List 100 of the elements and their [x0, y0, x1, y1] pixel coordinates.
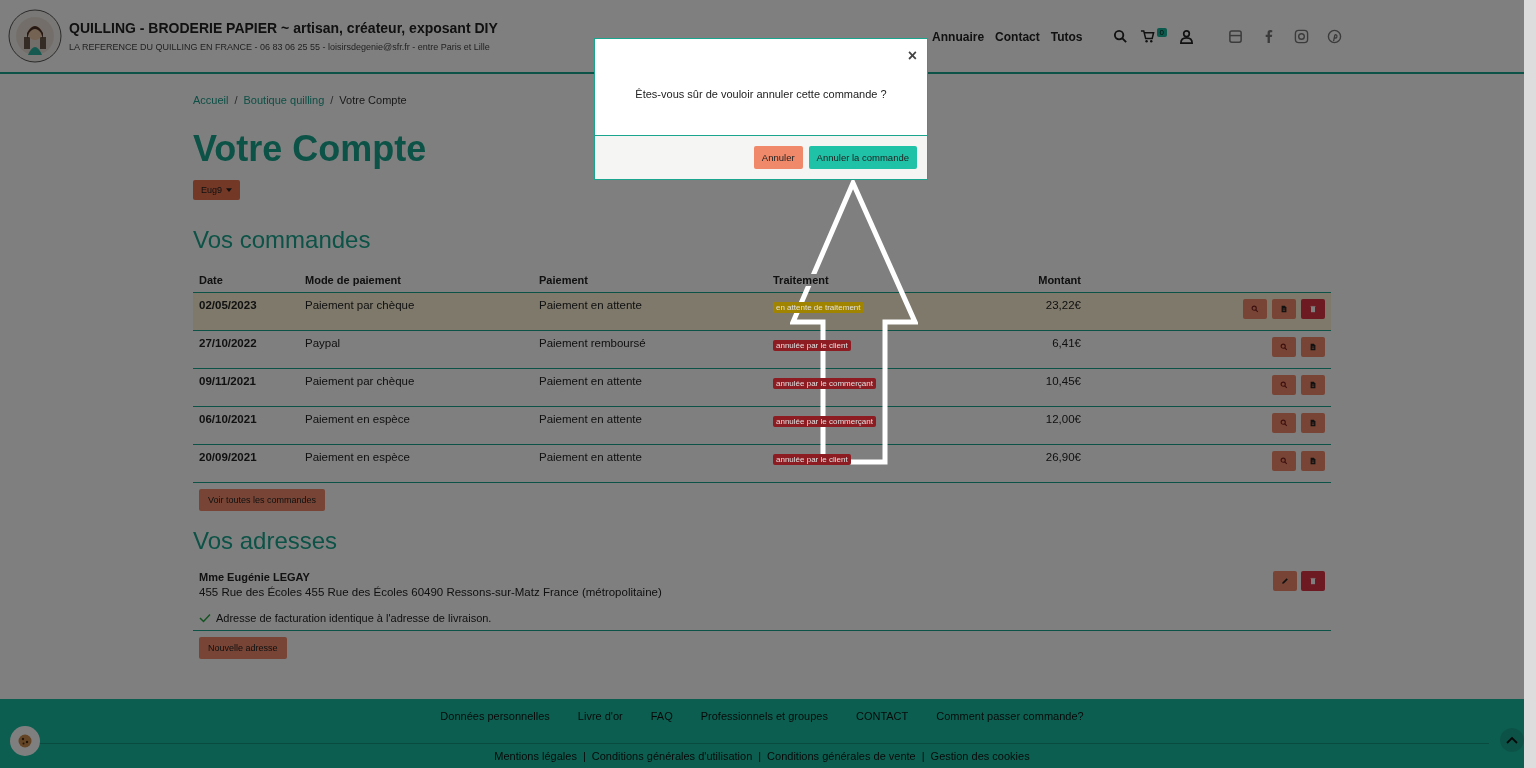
caret-icon — [226, 188, 233, 192]
table-cell-text: Paiement remboursé — [539, 337, 647, 349]
pinterest-icon[interactable] — [1327, 28, 1342, 44]
link-separator: | — [921, 750, 925, 762]
nav-link[interactable]: Annuaire — [932, 30, 985, 44]
site-tagline: LA REFERENCE DU QUILLING EN FRANCE - 06 83 06 25 55 - loisirsdegenie@sfr.fr - entre Paris et Lille — [69, 42, 491, 52]
cookie-icon — [17, 733, 33, 749]
footer-link[interactable]: CONTACT — [855, 710, 909, 722]
chevron-up-icon — [1506, 736, 1518, 744]
invoice-button[interactable] — [1301, 413, 1325, 433]
address-line: 455 Rue des Écoles 455 Rue des Écoles 60490 Ressons-sur-Matz France (métropolitaine) — [199, 586, 662, 598]
search-icon — [1280, 343, 1288, 351]
breadcrumb-link[interactable]: Accueil — [193, 94, 229, 106]
document-icon — [1309, 457, 1317, 465]
confirm-button[interactable]: Annuler la commande — [808, 146, 917, 169]
footer-link[interactable]: Comment passer commande? — [936, 710, 1084, 722]
user-icon[interactable] — [1179, 28, 1194, 44]
document-icon — [1309, 419, 1317, 427]
link-separator: | — [758, 750, 762, 762]
table-cell-text: 02/05/2023 — [199, 299, 258, 311]
nav-link[interactable]: Contact — [995, 30, 1040, 44]
close-button[interactable]: × — [907, 47, 917, 65]
breadcrumb-separator: / — [330, 94, 334, 106]
column-header: Montant — [1037, 274, 1081, 286]
account-dropdown[interactable]: Eug9 — [193, 180, 241, 200]
search-icon — [1280, 419, 1288, 427]
trash-icon — [1309, 577, 1317, 585]
delete-button[interactable] — [1301, 299, 1325, 319]
view-button[interactable] — [1272, 451, 1296, 471]
document-icon — [1309, 343, 1317, 351]
table-cell-text: Paiement en attente — [539, 299, 643, 311]
table-cell-text: Paiement en attente — [539, 451, 643, 463]
table-cell-text: Paiement en espèce — [305, 451, 411, 463]
status-badge: annulée par le client — [773, 454, 851, 465]
footer-link[interactable]: Livre d'or — [577, 710, 623, 722]
view-button[interactable] — [1243, 299, 1267, 319]
page-title: Votre Compte — [193, 128, 427, 170]
table-cell-text: 09/11/2021 — [199, 375, 257, 387]
search-icon — [1280, 457, 1288, 465]
table-cell-text: 26,90€ — [1044, 451, 1081, 463]
breadcrumb-separator: / — [234, 94, 238, 106]
edit-button[interactable] — [1273, 571, 1297, 591]
site-title[interactable]: QUILLING - BRODERIE PAPIER ~ artisan, créateur, exposant DIY — [69, 20, 498, 36]
search-icon — [1280, 381, 1288, 389]
table-cell-text: 10,45€ — [1044, 375, 1081, 387]
invoice-button[interactable] — [1301, 375, 1325, 395]
delete-button[interactable] — [1301, 571, 1325, 591]
footer-link[interactable]: Professionnels et groupes — [700, 710, 828, 722]
table-cell-text: Paiement par chèque — [305, 375, 416, 387]
cart-icon[interactable] — [1139, 28, 1155, 44]
new-address-button[interactable]: Nouvelle adresse — [199, 637, 287, 659]
table-cell-text: Paypal — [305, 337, 342, 349]
table-cell-text: 23,22€ — [1044, 299, 1081, 311]
dialog-message: Êtes-vous sûr de vouloir annuler cette commande ? — [634, 88, 888, 100]
breadcrumb-current[interactable]: Votre Compte — [339, 94, 407, 106]
invoice-button[interactable] — [1272, 299, 1296, 319]
document-icon — [1280, 305, 1288, 313]
billing-note: Adresse de facturation identique à l'adresse de livraison. — [216, 612, 492, 624]
table-cell-text: Paiement en attente — [539, 413, 643, 425]
search-icon[interactable] — [1112, 28, 1128, 44]
invoice-button[interactable] — [1301, 451, 1325, 471]
breadcrumb-link[interactable]: Boutique quilling — [243, 94, 325, 106]
table-cell-text: 27/10/2022 — [199, 337, 258, 349]
footer-link[interactable]: Conditions générales de vente — [767, 750, 916, 762]
view-all-orders-button[interactable]: Voir toutes les commandes — [199, 489, 326, 511]
link-separator: | — [582, 750, 586, 762]
column-header: Traitement — [773, 274, 829, 286]
status-badge: annulée par le commerçant — [773, 378, 876, 389]
invoice-button[interactable] — [1301, 337, 1325, 357]
table-cell-text: Paiement en espèce — [305, 413, 411, 425]
pencil-icon — [1281, 577, 1289, 585]
nav-link[interactable]: Tutos — [1050, 30, 1083, 44]
page-icon[interactable] — [1228, 28, 1243, 44]
table-cell-text: 12,00€ — [1044, 413, 1081, 425]
instagram-icon[interactable] — [1294, 28, 1309, 44]
status-badge: annulée par le client — [773, 340, 851, 351]
footer-link[interactable]: Gestion des cookies — [930, 750, 1030, 762]
view-button[interactable] — [1272, 337, 1296, 357]
footer-link[interactable]: Données personnelles — [440, 710, 550, 722]
table-cell-text: 20/09/2021 — [199, 451, 258, 463]
view-button[interactable] — [1272, 413, 1296, 433]
trash-icon — [1309, 305, 1317, 313]
column-header: Date — [199, 274, 224, 286]
table-cell-text: 06/10/2021 — [199, 413, 258, 425]
section-heading: Vos adresses — [193, 527, 338, 555]
search-icon — [1251, 305, 1259, 313]
cancel-button[interactable]: Annuler — [753, 146, 803, 169]
column-header: Mode de paiement — [305, 274, 402, 286]
table-cell-text: Paiement en attente — [539, 375, 643, 387]
view-button[interactable] — [1272, 375, 1296, 395]
document-icon — [1309, 381, 1317, 389]
footer-link[interactable]: Conditions générales d'utilisation — [591, 750, 753, 762]
footer-link[interactable]: Mentions légales — [494, 750, 577, 762]
footer-link[interactable]: FAQ — [650, 710, 673, 722]
section-heading: Vos commandes — [193, 226, 371, 254]
table-cell-text: 6,41€ — [1051, 337, 1081, 349]
table-cell-text: Paiement par chèque — [305, 299, 416, 311]
column-header: Paiement — [539, 274, 589, 286]
status-badge: en attente de traitement — [773, 302, 864, 313]
address-name: Mme Eugénie LEGAY — [199, 571, 311, 583]
